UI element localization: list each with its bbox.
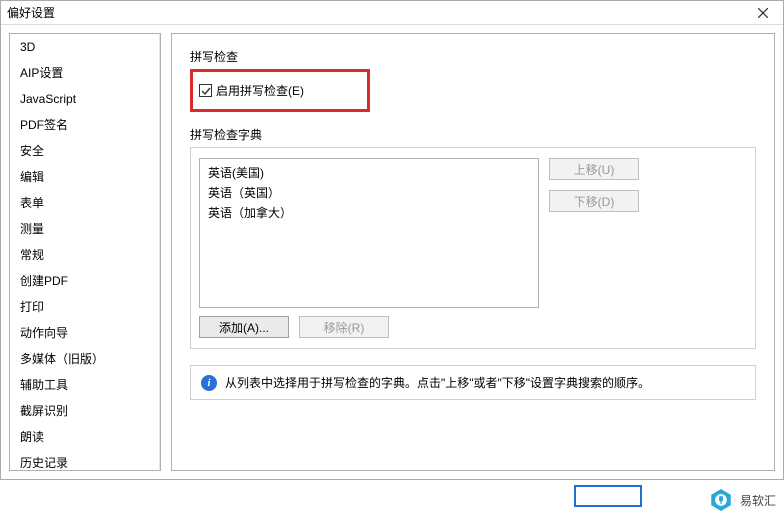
sidebar-item-general[interactable]: 常规 bbox=[10, 242, 160, 268]
sidebar-item-pdf-sign[interactable]: PDF签名 bbox=[10, 112, 160, 138]
close-button[interactable] bbox=[743, 1, 783, 25]
sidebar-item-forms[interactable]: 表单 bbox=[10, 190, 160, 216]
close-icon bbox=[758, 8, 768, 18]
info-bar: i 从列表中选择用于拼写检查的字典。点击"上移"或者"下移"设置字典搜索的顺序。 bbox=[190, 365, 756, 400]
sidebar-item-print[interactable]: 打印 bbox=[10, 294, 160, 320]
category-sidebar[interactable]: 3D AIP设置 JavaScript PDF签名 安全 编辑 表单 测量 常规… bbox=[9, 33, 161, 471]
sidebar-item-read-aloud[interactable]: 朗读 bbox=[10, 424, 160, 450]
list-item[interactable]: 英语（加拿大） bbox=[208, 203, 530, 223]
preferences-window: 偏好设置 3D AIP设置 JavaScript PDF签名 安全 编辑 表单 … bbox=[0, 0, 784, 480]
sidebar-item-javascript[interactable]: JavaScript bbox=[10, 86, 160, 112]
dialog-body: 3D AIP设置 JavaScript PDF签名 安全 编辑 表单 测量 常规… bbox=[1, 25, 783, 479]
enable-spellcheck-checkbox[interactable] bbox=[199, 84, 212, 97]
footer-button[interactable] bbox=[574, 485, 642, 507]
info-icon: i bbox=[201, 375, 217, 391]
sidebar-item-security[interactable]: 安全 bbox=[10, 138, 160, 164]
watermark: 易软汇 bbox=[708, 487, 776, 513]
list-item[interactable]: 英语（英国） bbox=[208, 183, 530, 203]
sidebar-item-measure[interactable]: 测量 bbox=[10, 216, 160, 242]
sidebar-item-multimedia-legacy[interactable]: 多媒体（旧版） bbox=[10, 346, 160, 372]
sidebar-item-3d[interactable]: 3D bbox=[10, 34, 160, 60]
sidebar-item-aip[interactable]: AIP设置 bbox=[10, 60, 160, 86]
list-item[interactable]: 英语(美国) bbox=[208, 163, 530, 183]
enable-spellcheck-row[interactable]: 启用拼写检查(E) bbox=[197, 82, 363, 99]
spellcheck-group-label: 拼写检查 bbox=[190, 48, 756, 65]
enable-spellcheck-label: 启用拼写检查(E) bbox=[216, 82, 304, 99]
move-up-button[interactable]: 上移(U) bbox=[549, 158, 639, 180]
watermark-text: 易软汇 bbox=[740, 492, 776, 509]
sidebar-item-screenshot-ocr[interactable]: 截屏识别 bbox=[10, 398, 160, 424]
sidebar-item-edit[interactable]: 编辑 bbox=[10, 164, 160, 190]
remove-button[interactable]: 移除(R) bbox=[299, 316, 389, 338]
content-panel: 拼写检查 启用拼写检查(E) 拼写检查字典 英语(美国) 英语（英国） 英语（加… bbox=[171, 33, 775, 471]
sidebar-item-accessibility[interactable]: 辅助工具 bbox=[10, 372, 160, 398]
info-text: 从列表中选择用于拼写检查的字典。点击"上移"或者"下移"设置字典搜索的顺序。 bbox=[225, 374, 650, 391]
sidebar-item-create-pdf[interactable]: 创建PDF bbox=[10, 268, 160, 294]
highlight-box: 启用拼写检查(E) bbox=[190, 69, 370, 112]
dict-panel: 英语(美国) 英语（英国） 英语（加拿大） 上移(U) 下移(D) 添加(A).… bbox=[190, 147, 756, 349]
dict-group-label: 拼写检查字典 bbox=[190, 126, 756, 143]
dictionary-listbox[interactable]: 英语(美国) 英语（英国） 英语（加拿大） bbox=[199, 158, 539, 308]
sidebar-item-history[interactable]: 历史记录 bbox=[10, 450, 160, 471]
watermark-icon bbox=[708, 487, 734, 513]
titlebar: 偏好设置 bbox=[1, 1, 783, 25]
sidebar-item-action-wizard[interactable]: 动作向导 bbox=[10, 320, 160, 346]
window-title: 偏好设置 bbox=[7, 4, 743, 21]
move-down-button[interactable]: 下移(D) bbox=[549, 190, 639, 212]
check-icon bbox=[201, 86, 211, 96]
add-button[interactable]: 添加(A)... bbox=[199, 316, 289, 338]
